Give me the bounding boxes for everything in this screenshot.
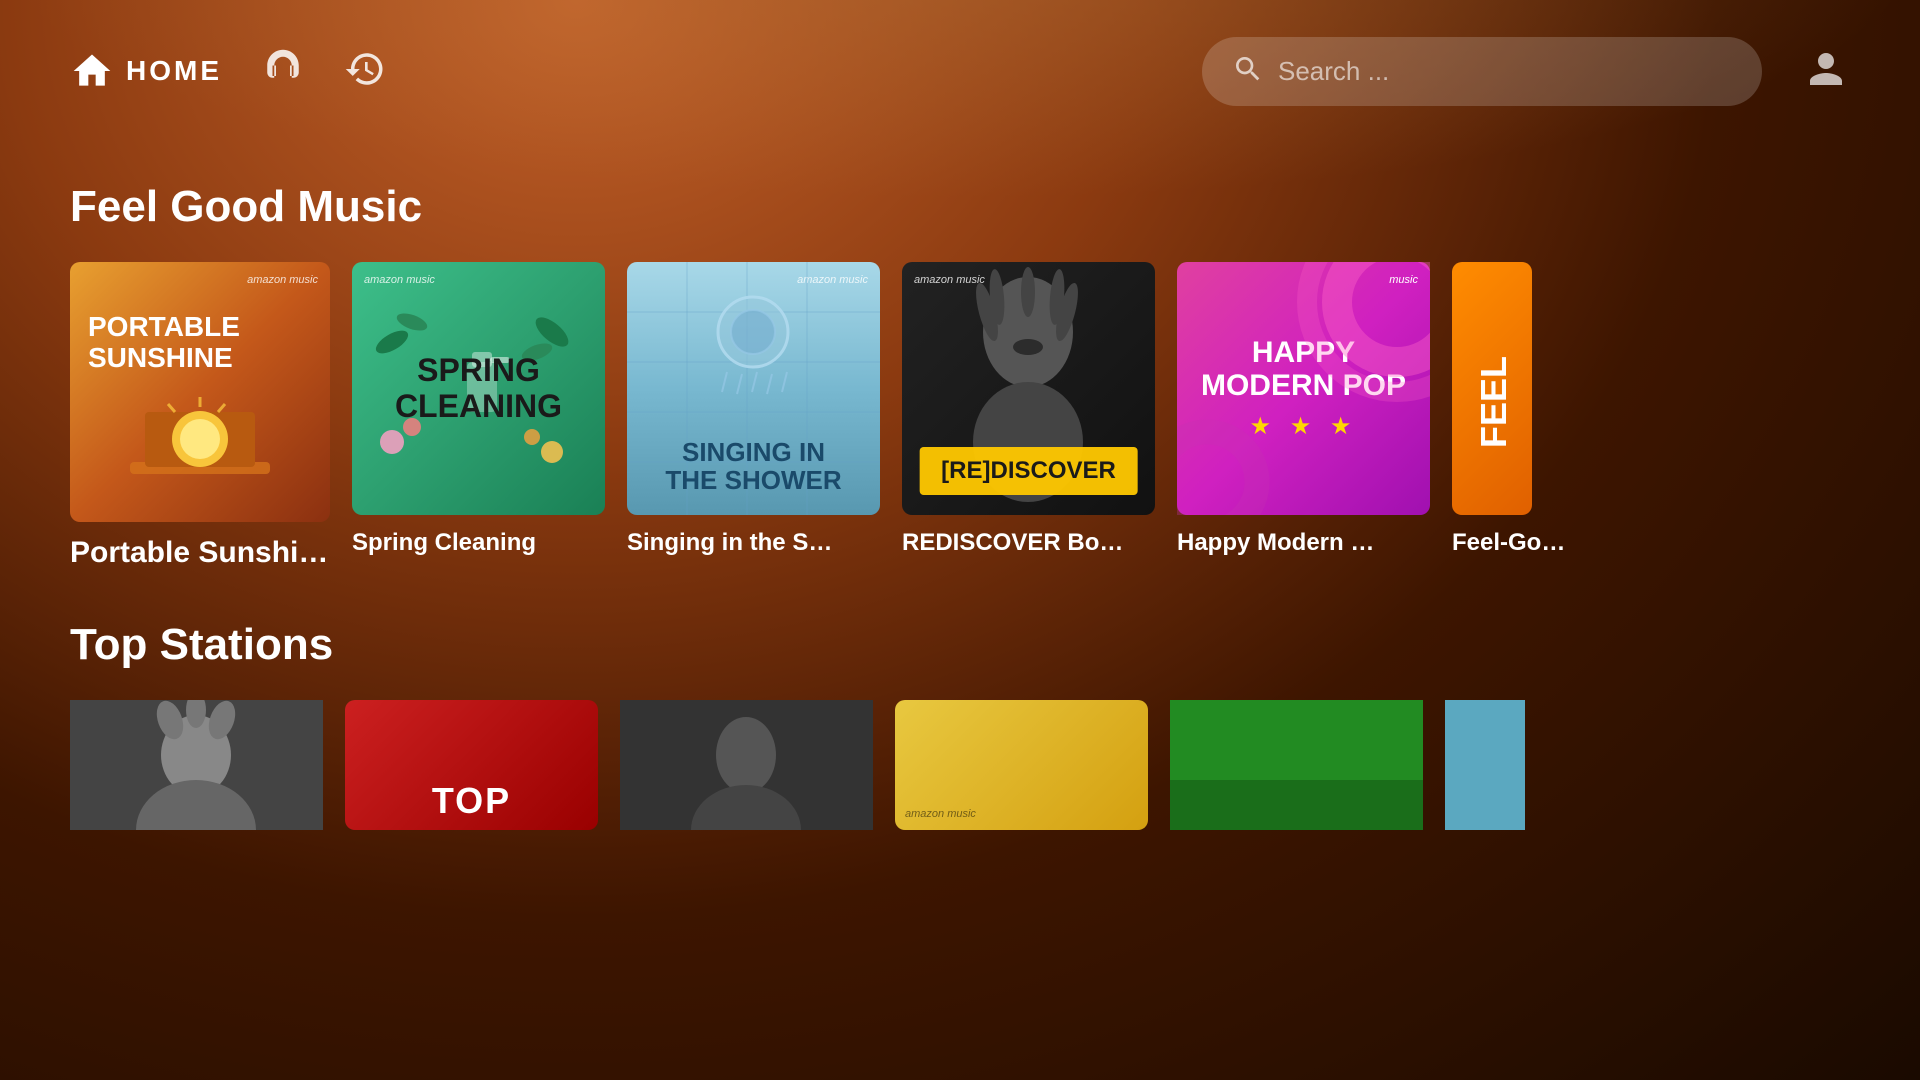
card-rediscover[interactable]: amazon music [902,262,1155,570]
portable-sunshine-illustration [100,382,300,512]
amazon-music-logo-5: music [1389,274,1418,286]
station-card-dark[interactable] [620,700,873,830]
feelgood-illustration: FEEL [1452,262,1532,515]
station-card-bw[interactable] [70,700,323,830]
card-shower-label: Singing in the S… [627,529,880,557]
card-portable-label: Portable Sunshine [70,536,330,570]
amazon-music-logo-2: amazon music [364,274,435,286]
search-icon [1232,53,1264,90]
amazon-music-logo-4: amazon music [914,274,985,286]
top-stations-title: Top Stations [70,620,1850,670]
card-portable-sunshine[interactable]: amazon music PORTABLESUNSHINE [70,262,330,570]
station-card-top[interactable]: ToP [345,700,598,830]
station-bw-illustration [70,700,323,830]
rediscover-badge: [RE]DISCOVER [919,447,1138,495]
card-happy-modern[interactable]: music HAPPYMODERN POP ★ ★ ★ Happy Modern… [1177,262,1430,570]
feel-good-title: Feel Good Music [70,182,1850,232]
amazon-music-logo-6: amazon music [905,808,976,820]
card-spring-label: Spring Cleaning [352,529,605,557]
svg-text:FEEL: FEEL [1473,356,1514,448]
spring-cleaning-text: SPRINGCLEANING [395,353,562,423]
station-dark-illustration [620,700,873,830]
home-nav-item[interactable]: HOME [70,49,222,93]
singing-shower-text: SINGING INTHE SHOWER [665,438,841,495]
headphones-icon [262,48,304,90]
feel-good-section: Feel Good Music amazon music PORTABLESUN… [0,182,1920,570]
user-icon[interactable] [1802,45,1850,98]
home-label: HOME [126,55,222,87]
card-feelgood-label: Feel-Go… [1452,529,1565,557]
happy-stars: ★ ★ ★ [1250,412,1358,441]
station-green-illustration [1170,700,1423,830]
station-card-blue[interactable] [1445,700,1525,830]
history-icon [344,48,386,90]
search-placeholder: Search ... [1278,56,1389,87]
amazon-music-logo: amazon music [247,274,318,286]
top-stations-cards: ToP amazon music [70,700,1850,830]
portable-sunshine-text: PORTABLESUNSHINE [88,312,240,374]
station-card-green[interactable]: amazon music [1170,700,1423,830]
card-happy-label: Happy Modern … [1177,529,1430,557]
home-icon [70,49,114,93]
station-card-yellow[interactable]: amazon music [895,700,1148,830]
header: HOME Search ... [0,0,1920,142]
history-nav-item[interactable] [344,48,386,95]
card-rediscover-label: REDISCOVER Bo… [902,529,1155,557]
search-bar[interactable]: Search ... [1202,37,1762,106]
headphones-nav-item[interactable] [262,48,304,95]
card-feelgood-partial[interactable]: FEEL Feel-Go… [1452,262,1565,570]
nav-right [1802,45,1850,98]
card-spring-cleaning[interactable]: amazon music [352,262,605,570]
station-top-text: ToP [432,780,511,822]
feel-good-cards: amazon music PORTABLESUNSHINE [70,262,1850,570]
nav-left: HOME [70,48,1202,95]
card-singing-shower[interactable]: amazon music [627,262,880,570]
station-blue-illustration [1445,700,1525,830]
amazon-music-logo-3: amazon music [797,274,868,286]
happy-modern-text: HAPPYMODERN POP [1201,336,1406,402]
top-stations-section: Top Stations [0,620,1920,830]
